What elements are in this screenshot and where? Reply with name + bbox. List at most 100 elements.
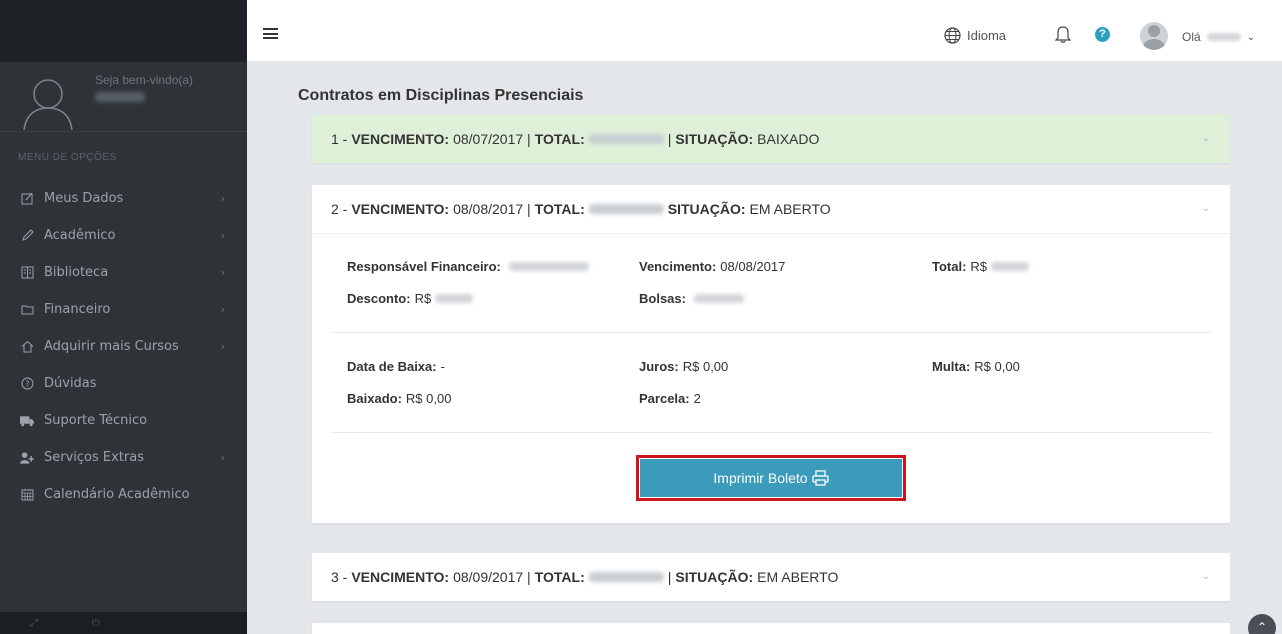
fullscreen-icon[interactable]: ⤢: [30, 618, 38, 629]
due-date-value: 08/09/2017 |: [453, 569, 531, 585]
language-label: Idioma: [967, 28, 1007, 43]
sidebar-item-academico[interactable]: Acadêmico ›: [0, 217, 247, 254]
due-date-value: 08/08/2017 |: [453, 201, 531, 217]
sidebar-item-label: Acadêmico: [44, 228, 116, 243]
sidebar-item-label: Calendário Acadêmico: [44, 487, 190, 502]
total-value-redacted: [588, 204, 664, 214]
folder-icon: [20, 303, 34, 317]
status-value: EM ABERTO: [757, 569, 839, 585]
responsavel-label: Responsável Financeiro:: [347, 258, 501, 274]
chevron-right-icon: ›: [220, 266, 225, 279]
chevron-down-icon: ⌄: [1201, 571, 1210, 582]
sidebar-item-biblioteca[interactable]: Biblioteca ›: [0, 254, 247, 291]
sidebar: Seja bem-vindo(a) MENU DE OPÇÕES Meus Da…: [0, 0, 247, 634]
help-icon[interactable]: ?: [1095, 27, 1110, 42]
responsavel-field: Responsável Financeiro:: [347, 250, 639, 282]
sidebar-item-adquirir-cursos[interactable]: Adquirir mais Cursos ›: [0, 328, 247, 365]
sidebar-footer: ⤢ ⏻: [0, 612, 247, 634]
sidebar-item-label: Biblioteca: [44, 265, 109, 280]
desconto-currency: R$: [414, 290, 432, 306]
print-button-area: Imprimir Boleto: [331, 433, 1211, 523]
parcela-value: 2: [693, 390, 701, 406]
sidebar-item-label: Serviços Extras: [44, 450, 144, 465]
baixado-label: Baixado:: [347, 390, 402, 406]
scroll-top-button[interactable]: ⌃: [1248, 614, 1276, 634]
sidebar-item-duvidas[interactable]: ? Dúvidas: [0, 365, 247, 402]
print-button-label: Imprimir Boleto: [713, 470, 808, 486]
total-label: TOTAL:: [534, 569, 585, 585]
sidebar-logo-area: [0, 0, 247, 62]
contract-header[interactable]: 3 - VENCIMENTO: 08/09/2017 | TOTAL: | SI…: [312, 553, 1230, 601]
contract-number: 1 -: [331, 131, 348, 147]
chevron-right-icon: ›: [220, 451, 225, 464]
multa-label: Multa:: [932, 358, 971, 374]
data-baixa-field: Data de Baixa: -: [347, 350, 639, 382]
question-circle-icon: ?: [20, 377, 34, 391]
user-avatar[interactable]: [1140, 22, 1168, 50]
contract-header[interactable]: 2 - VENCIMENTO: 08/08/2017 | TOTAL: SITU…: [312, 185, 1230, 233]
sidebar-item-label: Meus Dados: [44, 191, 124, 206]
sidebar-item-label: Dúvidas: [44, 376, 97, 391]
page-title: Contratos em Disciplinas Presenciais: [298, 87, 584, 104]
hamburger-menu-icon[interactable]: [263, 28, 278, 39]
sidebar-item-suporte[interactable]: Suporte Técnico: [0, 402, 247, 439]
chevron-right-icon: ›: [220, 303, 225, 316]
svg-text:?: ?: [25, 380, 29, 389]
bolsas-field: Bolsas:: [639, 282, 932, 314]
juros-field: Juros: R$ 0,00: [639, 350, 932, 382]
chevron-down-icon: ⌄: [1201, 133, 1210, 144]
parcela-label: Parcela:: [639, 390, 690, 406]
contract-card: 1 - VENCIMENTO: 08/07/2017 | TOTAL: | SI…: [312, 115, 1230, 163]
baixado-field: Baixado: R$ 0,00: [347, 382, 639, 414]
total-value-redacted: [588, 572, 664, 582]
user-plus-icon: [20, 451, 34, 465]
contract-header[interactable]: 1 - VENCIMENTO: 08/07/2017 | TOTAL: | SI…: [312, 115, 1230, 163]
status-label: SITUAÇÃO:: [675, 569, 754, 585]
parcela-field: Parcela: 2: [639, 382, 932, 414]
language-selector[interactable]: Idioma: [944, 27, 1006, 44]
vencimento-field: Vencimento: 08/08/2017: [639, 250, 932, 282]
status-label: SITUAÇÃO:: [675, 131, 754, 147]
menu-title: MENU DE OPÇÕES: [18, 152, 117, 163]
main-content: Contratos em Disciplinas Presenciais 1 -…: [247, 62, 1282, 634]
due-date-value: 08/07/2017 |: [453, 131, 531, 147]
status-value: BAIXADO: [757, 131, 820, 147]
chevron-down-icon: ⌄: [1201, 203, 1210, 214]
calendar-icon: [20, 488, 34, 502]
user-name-redacted: [95, 92, 145, 102]
bolsas-label: Bolsas:: [639, 290, 686, 306]
greeting-text: Olá: [1182, 30, 1201, 44]
print-boleto-button[interactable]: Imprimir Boleto: [640, 459, 902, 497]
printer-icon: [811, 470, 829, 486]
total-value-redacted: [588, 134, 664, 144]
sidebar-item-calendario[interactable]: Calendário Acadêmico: [0, 476, 247, 513]
sidebar-item-label: Adquirir mais Cursos: [44, 339, 179, 354]
user-menu[interactable]: Olá ⌄: [1182, 30, 1255, 44]
juros-value: R$ 0,00: [682, 358, 729, 374]
sidebar-item-servicos-extras[interactable]: Serviços Extras ›: [0, 439, 247, 476]
sidebar-profile: Seja bem-vindo(a): [0, 62, 247, 132]
home-icon: [20, 340, 34, 354]
power-icon[interactable]: ⏻: [92, 618, 100, 629]
bolsas-value-redacted: [693, 293, 744, 303]
user-avatar-icon: [23, 79, 73, 130]
top-header: Idioma ? Olá ⌄: [247, 0, 1282, 62]
sidebar-item-meus-dados[interactable]: Meus Dados ›: [0, 180, 247, 217]
multa-value: R$ 0,00: [974, 358, 1020, 374]
edit-icon: [20, 192, 34, 206]
bell-icon[interactable]: [1055, 25, 1071, 43]
chevron-down-icon: ⌄: [1246, 31, 1256, 43]
status-label: SITUAÇÃO:: [667, 201, 746, 217]
total-label: TOTAL:: [534, 131, 585, 147]
contract-card: 2 - VENCIMENTO: 08/08/2017 | TOTAL: SITU…: [312, 185, 1230, 523]
chevron-right-icon: ›: [220, 229, 225, 242]
baixado-value: R$ 0,00: [405, 390, 452, 406]
desconto-label: Desconto:: [347, 290, 411, 306]
due-date-label: VENCIMENTO:: [351, 201, 450, 217]
multa-field: Multa: R$ 0,00: [932, 350, 1232, 382]
vencimento-label: Vencimento:: [639, 258, 717, 274]
data-baixa-label: Data de Baixa:: [347, 358, 437, 374]
contract-card: 3 - VENCIMENTO: 08/09/2017 | TOTAL: | SI…: [312, 553, 1230, 601]
responsavel-value-redacted: [508, 261, 589, 271]
sidebar-item-financeiro[interactable]: Financeiro ›: [0, 291, 247, 328]
